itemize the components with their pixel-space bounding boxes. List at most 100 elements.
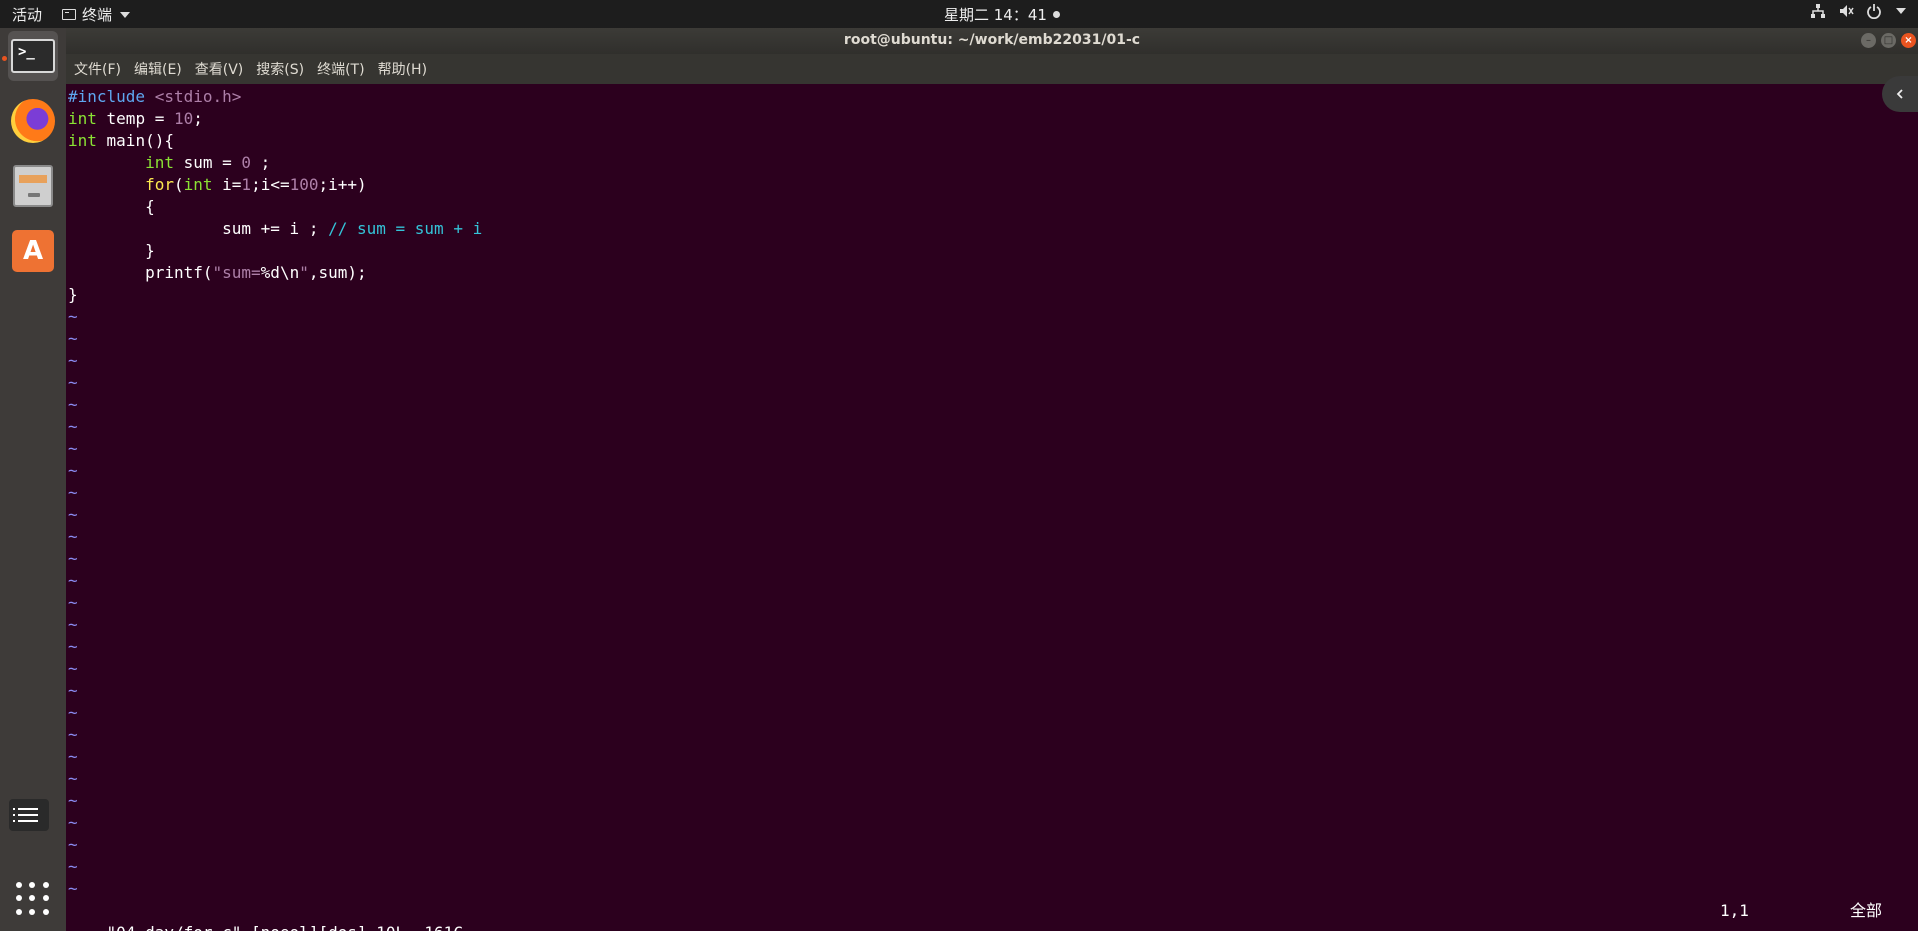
window-titlebar[interactable]: root@ubuntu: ~/work/emb22031/01-c – □ × bbox=[66, 28, 1918, 54]
code-token: { bbox=[68, 197, 155, 216]
code-line: } bbox=[68, 240, 482, 262]
empty-line-marker: ~ bbox=[68, 725, 78, 744]
scroll-position: 全部 bbox=[1850, 901, 1883, 920]
volume-muted-icon bbox=[1840, 5, 1854, 17]
system-tray[interactable] bbox=[1810, 3, 1906, 19]
code-line: } bbox=[68, 284, 482, 306]
power-icon bbox=[1867, 4, 1881, 19]
code-token: ;i++) bbox=[318, 175, 367, 194]
empty-line-marker: ~ bbox=[68, 395, 78, 414]
empty-line-marker: ~ bbox=[68, 351, 78, 370]
empty-line-marker: ~ bbox=[68, 747, 78, 766]
status-file-info: "04-day/for.c" [noeol][dos] 10L, 161C bbox=[107, 923, 463, 931]
app-menu-label: 终端 bbox=[82, 6, 113, 24]
maximize-button[interactable]: □ bbox=[1881, 33, 1896, 48]
empty-line-marker: ~ bbox=[68, 615, 78, 634]
code-token: sum = bbox=[173, 153, 242, 172]
code-token: int bbox=[145, 153, 174, 172]
code-token: %d\n bbox=[260, 263, 300, 282]
menu-edit[interactable]: 编辑(E) bbox=[134, 59, 182, 79]
list-icon bbox=[9, 799, 49, 831]
code-token: #include bbox=[68, 87, 155, 106]
code-line: int temp = 10; bbox=[68, 108, 482, 130]
menu-terminal[interactable]: 终端(T) bbox=[317, 59, 364, 79]
empty-line-marker: ~ bbox=[68, 373, 78, 392]
clock[interactable]: 星期二 14：41 bbox=[944, 4, 1060, 25]
code-token: } bbox=[68, 241, 155, 260]
code-token: } bbox=[68, 285, 78, 304]
empty-line-marker: ~ bbox=[68, 703, 78, 722]
menu-search[interactable]: 搜索(S) bbox=[256, 59, 304, 79]
code-token: sum += i ; bbox=[68, 219, 329, 238]
terminal-icon: >_ bbox=[11, 39, 55, 73]
empty-line-marker: ~ bbox=[68, 527, 78, 546]
code-token: ( bbox=[173, 175, 184, 194]
dock-terminal[interactable]: >_ bbox=[8, 31, 58, 81]
code-token: int bbox=[68, 131, 97, 150]
menu-file[interactable]: 文件(F) bbox=[74, 59, 121, 79]
close-button[interactable]: × bbox=[1901, 33, 1916, 48]
app-menu[interactable]: 终端 bbox=[62, 4, 131, 25]
code-token: 100 bbox=[289, 175, 319, 194]
code-token: ; bbox=[193, 109, 203, 128]
menu-view[interactable]: 查看(V) bbox=[195, 59, 244, 79]
terminal-area[interactable]: #include <stdio.h> int temp = 10; int main… bbox=[66, 84, 1918, 931]
code-token: main(){ bbox=[96, 131, 174, 150]
code-line: { bbox=[68, 196, 482, 218]
terminal-small-icon bbox=[62, 9, 76, 20]
minimize-button[interactable]: – bbox=[1861, 33, 1876, 48]
files-icon bbox=[13, 165, 53, 207]
code-token: int bbox=[68, 109, 97, 128]
code-token: int bbox=[183, 175, 213, 194]
network-icon bbox=[1811, 4, 1825, 18]
dock: >_ A bbox=[0, 28, 66, 931]
dropdown-arrow-icon bbox=[120, 11, 131, 18]
activities-button[interactable]: 活动 bbox=[12, 4, 42, 25]
code-token: " bbox=[299, 263, 309, 282]
app-grid-icon bbox=[16, 882, 50, 916]
code-token: ;i<= bbox=[251, 175, 290, 194]
code-token: temp = bbox=[96, 109, 174, 128]
window-title: root@ubuntu: ~/work/emb22031/01-c bbox=[843, 32, 1141, 48]
empty-line-marker: ~ bbox=[68, 791, 78, 810]
empty-line-marker: ~ bbox=[68, 659, 78, 678]
empty-line-marker: ~ bbox=[68, 637, 78, 656]
dock-firefox[interactable] bbox=[8, 96, 58, 146]
code-token: for bbox=[145, 175, 174, 194]
code-token: i= bbox=[212, 175, 242, 194]
top-panel: 活动 终端 星期二 14：41 bbox=[0, 0, 1918, 28]
software-store-icon: A bbox=[12, 230, 54, 272]
code-view: #include <stdio.h> int temp = 10; int main… bbox=[68, 86, 482, 900]
empty-line-marker: ~ bbox=[68, 329, 78, 348]
show-applications-button[interactable] bbox=[8, 874, 58, 924]
empty-line-marker: ~ bbox=[68, 857, 78, 876]
code-token: "sum= bbox=[212, 263, 261, 282]
running-indicator-icon bbox=[2, 56, 7, 61]
empty-line-marker: ~ bbox=[68, 835, 78, 854]
empty-line-marker: ~ bbox=[68, 417, 78, 436]
empty-line-marker: ~ bbox=[68, 439, 78, 458]
code-token: ; bbox=[251, 153, 271, 172]
code-token: <stdio.h> bbox=[154, 87, 242, 106]
code-line: for(int i=1;i<=100;i++) bbox=[68, 174, 482, 196]
empty-line-marker: ~ bbox=[68, 681, 78, 700]
menubar: 文件(F) 编辑(E) 查看(V) 搜索(S) 终端(T) 帮助(H) bbox=[66, 54, 1918, 84]
empty-line-marker: ~ bbox=[68, 593, 78, 612]
empty-line-marker: ~ bbox=[68, 571, 78, 590]
dock-list[interactable] bbox=[4, 790, 54, 840]
menu-help[interactable]: 帮助(H) bbox=[378, 59, 427, 79]
code-token: 1 bbox=[241, 175, 252, 194]
dock-files[interactable] bbox=[8, 161, 58, 211]
side-panel-toggle[interactable] bbox=[1882, 76, 1918, 112]
code-token: // sum = sum + i bbox=[328, 219, 483, 238]
notification-dot-icon bbox=[1052, 11, 1060, 18]
cursor-position: 1,1 bbox=[1720, 901, 1749, 920]
empty-line-marker: ~ bbox=[68, 769, 78, 788]
code-line: printf("sum=%d\n",sum); bbox=[68, 262, 482, 284]
dock-software[interactable]: A bbox=[8, 226, 58, 276]
empty-line-marker: ~ bbox=[68, 307, 78, 326]
empty-line-marker: ~ bbox=[68, 879, 78, 898]
firefox-icon bbox=[11, 99, 55, 143]
